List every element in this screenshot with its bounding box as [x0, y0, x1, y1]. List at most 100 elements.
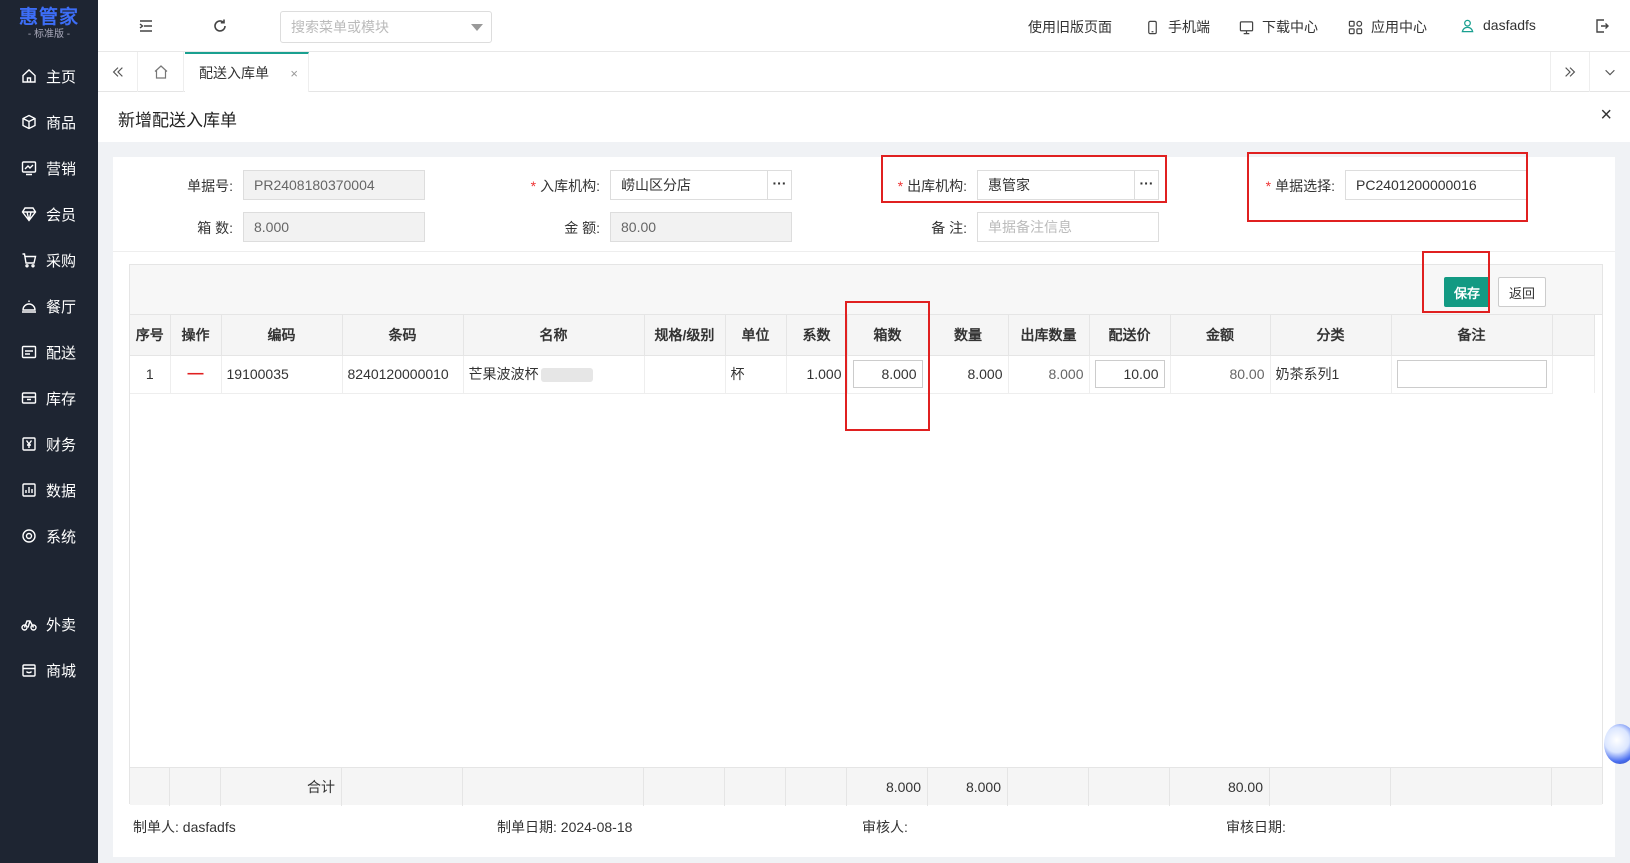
- creator-label: 制单人:: [133, 819, 179, 835]
- tab-bar: 配送入库单 ×: [98, 52, 1630, 92]
- more-icon[interactable]: ···: [1134, 171, 1158, 199]
- out-org-value: 惠管家: [988, 177, 1030, 193]
- chevron-down-icon: [1605, 69, 1615, 76]
- col-header: 规格/级别: [644, 315, 726, 356]
- foot-cell: [1270, 768, 1391, 806]
- foot-cell: [786, 768, 847, 806]
- cell-filler: [1552, 355, 1595, 393]
- foot-cell: [725, 768, 786, 806]
- col-header: 名称: [463, 315, 645, 356]
- monitor-icon: [1239, 20, 1254, 34]
- sidebar-item-data[interactable]: 数据: [0, 470, 98, 510]
- sidebar-item-label: 配送: [46, 344, 77, 362]
- amount-label: 金 额:: [564, 220, 600, 236]
- foot-cell: [130, 768, 170, 806]
- col-header: 编码: [221, 315, 343, 356]
- phone-icon: [1148, 20, 1157, 34]
- refresh-icon[interactable]: [210, 16, 230, 36]
- home-icon: [154, 65, 167, 79]
- total-boxes: 8.000: [847, 768, 928, 806]
- sidebar-item-restaurant[interactable]: 餐厅: [0, 286, 98, 326]
- tab-delivery-receipt[interactable]: 配送入库单 ×: [185, 52, 309, 92]
- close-icon[interactable]: ×: [1600, 104, 1612, 127]
- boxes-input[interactable]: 8.000: [852, 360, 923, 388]
- out-org-field[interactable]: 惠管家 ···: [977, 170, 1159, 200]
- more-icon[interactable]: ···: [767, 171, 791, 199]
- sidebar-item-finance[interactable]: 财务: [0, 424, 98, 464]
- logout-icon[interactable]: [1592, 16, 1612, 36]
- tab-scroll-right[interactable]: [1550, 52, 1590, 92]
- sidebar-item-label: 餐厅: [46, 298, 77, 316]
- old-version-link[interactable]: 使用旧版页面: [1028, 17, 1112, 37]
- sidebar-item-home[interactable]: 主页: [0, 56, 98, 96]
- foot-cell: [1089, 768, 1170, 806]
- sidebar-item-label: 会员: [46, 206, 77, 224]
- audit-date: 审核日期:: [1226, 817, 1286, 837]
- box-icon: [20, 113, 38, 131]
- sidebar-item-takeout[interactable]: 外卖: [0, 604, 98, 644]
- save-button[interactable]: 保存: [1444, 277, 1490, 307]
- sidebar-item-label: 主页: [46, 68, 77, 86]
- col-header: 条码: [342, 315, 464, 356]
- sidebar-item-delivery[interactable]: 配送: [0, 332, 98, 372]
- foot-cell: [463, 768, 644, 806]
- auditor: 审核人:: [862, 817, 908, 837]
- sidebar-item-goods[interactable]: 商品: [0, 102, 98, 142]
- create-date-value: 2024-08-18: [560, 819, 633, 835]
- auditor-label: 审核人:: [862, 819, 908, 835]
- cell-category: 奶茶系列1: [1270, 355, 1392, 394]
- col-header: 备注: [1391, 315, 1553, 356]
- tab-close-icon[interactable]: ×: [290, 66, 298, 81]
- sidebar-item-purchase[interactable]: 采购: [0, 240, 98, 280]
- mobile-link[interactable]: 手机端: [1145, 17, 1210, 37]
- menu-collapse-icon[interactable]: [136, 16, 156, 36]
- total-label: 合计: [221, 768, 342, 806]
- back-button[interactable]: 返回: [1498, 277, 1546, 307]
- boxes-label: 箱 数:: [197, 220, 233, 236]
- in-org-value: 崂山区分店: [621, 177, 691, 193]
- remark-input[interactable]: 单据备注信息: [977, 212, 1159, 242]
- doc-no-field: PR2408180370004: [243, 170, 425, 200]
- col-header: 金额: [1170, 315, 1271, 356]
- sidebar-item-inventory[interactable]: 库存: [0, 378, 98, 418]
- price-input[interactable]: 10.00: [1094, 360, 1165, 388]
- col-header: 序号: [130, 315, 171, 356]
- user-menu[interactable]: dasfadfs: [1460, 17, 1536, 33]
- tab-scroll-left[interactable]: [98, 52, 138, 92]
- required-mark: *: [530, 178, 537, 194]
- menu-search-select[interactable]: 搜索菜单或模块: [280, 11, 492, 43]
- delete-row-button[interactable]: —: [170, 355, 222, 394]
- tab-dropdown[interactable]: [1590, 52, 1630, 92]
- diamond-icon: [20, 205, 38, 223]
- remark-label: 备 注:: [931, 220, 967, 236]
- cell-name: 芒果波波杯: [463, 355, 645, 394]
- sidebar-item-label: 数据: [46, 482, 77, 500]
- home-icon: [20, 67, 38, 85]
- required-mark: *: [897, 178, 904, 194]
- logo-text: 惠管家: [18, 7, 79, 28]
- in-org-label: * 入库机构:: [510, 176, 600, 196]
- col-header-filler: [1552, 315, 1595, 356]
- logo: 惠管家 - 标准版 -: [0, 0, 98, 48]
- sidebar-item-mall[interactable]: 商城: [0, 650, 98, 690]
- doc-select-field[interactable]: PC2401200000016: [1345, 170, 1527, 200]
- col-header: 操作: [170, 315, 222, 356]
- foot-cell: [1008, 768, 1089, 806]
- divider: [113, 251, 1615, 252]
- minus-icon: —: [187, 365, 204, 382]
- yen-icon: [20, 435, 38, 453]
- in-org-field[interactable]: 崂山区分店 ···: [610, 170, 792, 200]
- sidebar-item-system[interactable]: 系统: [0, 516, 98, 556]
- create-date: 制单日期: 2024-08-18: [497, 817, 632, 837]
- out-org-label-text: 出库机构:: [907, 178, 967, 194]
- app-center-link[interactable]: 应用中心: [1348, 17, 1427, 37]
- sidebar-item-members[interactable]: 会员: [0, 194, 98, 234]
- sidebar-item-marketing[interactable]: 营销: [0, 148, 98, 188]
- assistant-float-icon[interactable]: [1604, 724, 1630, 764]
- cell-qty: 8.000: [928, 355, 1009, 394]
- tab-home[interactable]: [138, 52, 184, 92]
- download-center-link[interactable]: 下载中心: [1239, 17, 1318, 37]
- row-remark-input[interactable]: [1396, 360, 1547, 388]
- search-placeholder: 搜索菜单或模块: [291, 19, 389, 35]
- tab-label: 配送入库单: [199, 65, 269, 81]
